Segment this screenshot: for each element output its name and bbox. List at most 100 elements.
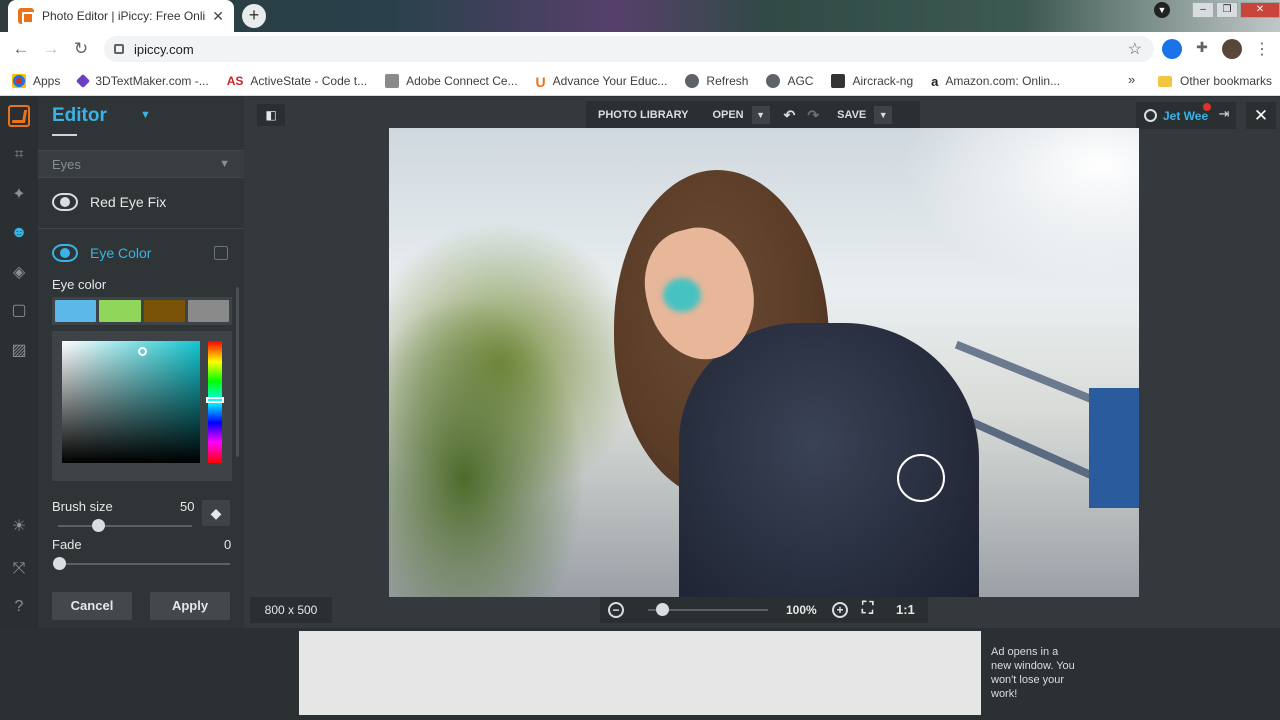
extension-icon[interactable]: [1162, 39, 1182, 59]
bookmarks-overflow-icon[interactable]: »: [1128, 72, 1135, 87]
ipiccy-logo-icon[interactable]: [8, 105, 30, 127]
frame-icon[interactable]: ▢: [9, 301, 29, 321]
photo-library-button[interactable]: PHOTO LIBRARY: [586, 109, 700, 121]
adobe-connect-icon: [385, 73, 400, 88]
edit-settings-icon[interactable]: [214, 246, 228, 260]
help-icon[interactable]: ?: [9, 597, 29, 617]
tool-label: Red Eye Fix: [90, 194, 167, 210]
zoom-slider[interactable]: [648, 603, 768, 616]
zoom-out-icon[interactable]: −: [608, 602, 624, 618]
crop-icon[interactable]: ⌗: [9, 145, 29, 165]
menu-kebab-icon[interactable]: ⋮: [1252, 39, 1272, 59]
divider: [38, 228, 244, 229]
logout-icon[interactable]: ⇥: [1214, 106, 1234, 124]
bookmark-aircrack[interactable]: Aircrack-ng: [831, 73, 913, 88]
download-icon[interactable]: ▼: [1154, 2, 1170, 18]
undo-icon[interactable]: ↶: [778, 107, 802, 124]
expand-icon[interactable]: ⤧: [9, 559, 29, 579]
back-arrow-icon[interactable]: ←: [6, 39, 36, 59]
brush-cursor: [897, 454, 945, 502]
tool-panel: Editor ▼ Eyes ▼ Red Eye Fix Eye Color Ey…: [38, 97, 244, 628]
apply-button[interactable]: Apply: [150, 592, 230, 620]
minimize-button[interactable]: –: [1192, 2, 1214, 18]
texture-icon[interactable]: ▨: [9, 341, 29, 361]
bookmark-label: Apps: [33, 73, 61, 88]
browser-tab-active[interactable]: Photo Editor | iPiccy: Free Online ✕: [8, 0, 234, 32]
eraser-icon[interactable]: ◆: [202, 500, 230, 526]
compare-split-icon[interactable]: ◧: [257, 104, 285, 126]
image-dimensions: 800 x 500: [250, 597, 332, 623]
cancel-button[interactable]: Cancel: [52, 592, 132, 620]
color-picker-handle[interactable]: [138, 347, 147, 356]
bookmark-3dtextmaker[interactable]: 3DTextMaker.com -...: [76, 73, 209, 88]
brush-size-label: Brush size: [52, 499, 113, 514]
ipiccy-favicon-icon: [18, 8, 34, 24]
lightbulb-icon[interactable]: ☀: [9, 517, 29, 537]
actual-size-button[interactable]: 1:1: [896, 602, 915, 617]
magic-wand-icon[interactable]: ✦: [9, 185, 29, 205]
amazon-icon: a: [931, 73, 939, 89]
url-text[interactable]: ipiccy.com: [134, 42, 1128, 57]
ad-banner[interactable]: [299, 631, 981, 715]
close-editor-icon[interactable]: ✕: [1246, 102, 1276, 129]
bookmark-label: Adobe Connect Ce...: [406, 73, 518, 88]
zoom-bar: − 100% + ⛶ 1:1: [600, 597, 928, 623]
fade-slider[interactable]: [53, 557, 230, 570]
section-dropdown[interactable]: Eyes ▼: [38, 150, 244, 178]
close-window-button[interactable]: ✕: [1240, 2, 1280, 18]
profile-avatar[interactable]: [1222, 39, 1242, 59]
puzzle-extensions-icon[interactable]: ✚: [1192, 39, 1212, 59]
swatch-green[interactable]: [99, 300, 141, 322]
chevron-down-icon[interactable]: ▼: [140, 109, 151, 121]
bookmark-refresh[interactable]: Refresh: [685, 73, 749, 88]
reload-icon[interactable]: ↻: [66, 39, 96, 59]
address-bar[interactable]: ipiccy.com ☆: [104, 36, 1154, 62]
photo-canvas[interactable]: [389, 128, 1139, 597]
tool-red-eye-fix[interactable]: Red Eye Fix: [38, 179, 244, 225]
fullscreen-icon[interactable]: ⛶: [862, 600, 873, 618]
forward-arrow-icon[interactable]: →: [36, 39, 66, 59]
bookmark-label: ActiveState - Code t...: [250, 73, 368, 88]
hue-slider[interactable]: [206, 341, 224, 463]
open-button[interactable]: OPEN: [700, 109, 751, 121]
bookmark-apps[interactable]: Apps: [12, 73, 61, 88]
slider-handle[interactable]: [92, 519, 105, 532]
saturation-value-field[interactable]: [62, 341, 200, 463]
tab-close-icon[interactable]: ✕: [212, 8, 224, 25]
bookmark-agc[interactable]: AGC: [766, 73, 813, 88]
touch-up-face-icon[interactable]: ☻: [9, 223, 29, 243]
swatch-gray[interactable]: [187, 300, 229, 322]
open-dropdown-chevron-icon[interactable]: ▼: [751, 106, 770, 124]
fade-value: 0: [224, 537, 232, 552]
layers-icon[interactable]: ◈: [9, 263, 29, 283]
3dtextmaker-icon: [76, 73, 91, 88]
slider-handle[interactable]: [656, 603, 669, 616]
bookmark-star-icon[interactable]: ☆: [1128, 39, 1142, 59]
bookmark-advance-education[interactable]: U Advance Your Educ...: [536, 74, 668, 90]
swatch-blue[interactable]: [55, 300, 97, 322]
hue-handle[interactable]: [206, 397, 224, 403]
slider-handle[interactable]: [53, 557, 66, 570]
zoom-level: 100%: [786, 603, 817, 617]
redo-icon[interactable]: ↷: [801, 107, 825, 124]
panel-scrollbar[interactable]: [236, 287, 239, 457]
bookmark-adobe-connect[interactable]: Adobe Connect Ce...: [385, 73, 518, 88]
brush-size-value: 50: [180, 499, 195, 514]
chevron-down-icon: ▼: [219, 158, 230, 170]
zoom-in-icon[interactable]: +: [832, 602, 848, 618]
bookmark-label: Refresh: [706, 73, 749, 88]
bookmark-amazon[interactable]: a Amazon.com: Onlin...: [931, 73, 1060, 89]
other-bookmarks[interactable]: Other bookmarks: [1158, 66, 1272, 96]
swatch-brown[interactable]: [143, 300, 185, 322]
browser-tabstrip: Photo Editor | iPiccy: Free Online ✕ + ▼…: [0, 0, 1280, 32]
editor-menu-title[interactable]: Editor: [52, 105, 107, 127]
brush-size-slider[interactable]: [58, 519, 192, 532]
bookmarks-bar: Apps 3DTextMaker.com -... AS ActiveState …: [0, 66, 1280, 96]
maximize-button[interactable]: ❐: [1216, 2, 1238, 18]
save-button[interactable]: SAVE: [825, 109, 874, 121]
bookmark-activestate[interactable]: AS ActiveState - Code t...: [227, 74, 367, 88]
new-tab-button[interactable]: +: [242, 4, 266, 28]
save-dropdown-chevron-icon[interactable]: ▼: [874, 106, 893, 124]
lock-icon[interactable]: [114, 44, 124, 54]
browser-toolbar: ← → ↻ ipiccy.com ☆: [0, 32, 1280, 66]
